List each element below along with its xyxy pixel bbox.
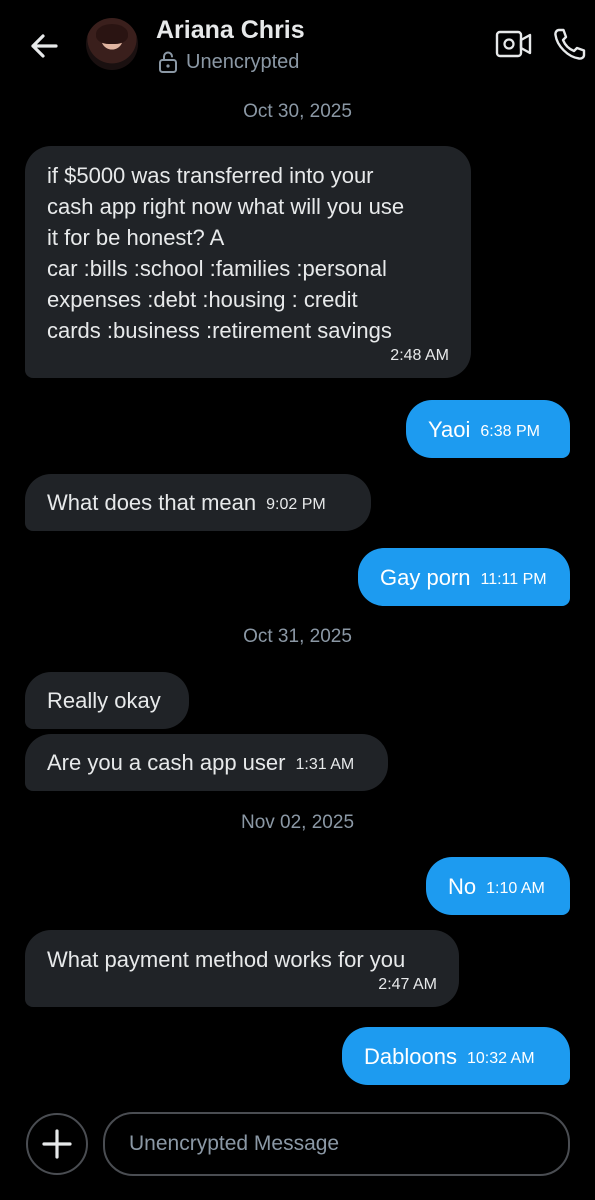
message-text: No <box>448 873 477 899</box>
incoming-message[interactable]: What payment method works for you 2:47 A… <box>25 930 459 1007</box>
message-text: Are you a cash app user <box>47 750 286 775</box>
date-separator: Nov 02, 2025 <box>240 812 355 833</box>
message-text-line: cash app right now what will you use <box>47 194 405 219</box>
message-timestamp: 9:02 PM <box>266 496 326 513</box>
message-timestamp: 2:47 AM <box>378 976 437 993</box>
incoming-message[interactable]: Really okay <box>25 672 189 729</box>
message-text-line: cards :business :retirement savings <box>47 318 392 343</box>
message-timestamp: 1:10 AM <box>486 879 545 897</box>
message-input[interactable] <box>103 1112 570 1176</box>
video-camera-icon <box>495 30 532 58</box>
incoming-message[interactable]: if $5000 was transferred into your cash … <box>25 146 471 378</box>
unlocked-padlock-icon <box>157 50 179 74</box>
outgoing-message[interactable]: Yaoi 6:38 PM <box>406 400 570 458</box>
message-timestamp: 6:38 PM <box>480 422 540 440</box>
add-attachment-button[interactable] <box>26 1113 88 1175</box>
message-text: What does that mean <box>47 490 257 515</box>
message-timestamp: 1:31 AM <box>295 756 355 773</box>
outgoing-message[interactable]: Gay porn 11:11 PM <box>358 548 570 606</box>
message-text-line: car :bills :school :families :personal <box>47 256 387 281</box>
message-text-line: if $5000 was transferred into your <box>47 163 374 188</box>
plus-icon <box>42 1129 72 1159</box>
chat-header: Ariana Chris Unencrypted <box>0 0 595 90</box>
message-timestamp: 10:32 AM <box>466 1049 535 1067</box>
message-timestamp: 11:11 PM <box>480 570 547 588</box>
date-separator: Oct 30, 2025 <box>243 101 352 122</box>
voice-call-button[interactable] <box>550 24 590 64</box>
back-button[interactable] <box>24 26 64 66</box>
message-text-line: expenses :debt :housing : credit <box>47 287 358 312</box>
outgoing-message[interactable]: Dabloons 10:32 AM <box>342 1027 570 1085</box>
message-text-line: it for be honest? A <box>47 225 225 250</box>
arrow-left-icon <box>31 34 58 58</box>
incoming-message[interactable]: What does that mean 9:02 PM <box>25 474 371 531</box>
message-text: Gay porn <box>380 564 471 590</box>
phone-icon <box>554 28 586 60</box>
date-separator: Oct 31, 2025 <box>243 626 352 647</box>
video-call-button[interactable] <box>494 26 534 62</box>
encryption-status: Unencrypted <box>186 51 300 73</box>
message-text: Yaoi <box>428 416 471 442</box>
composer-bar <box>0 1100 595 1200</box>
contact-name[interactable]: Ariana Chris <box>156 16 305 45</box>
message-timestamp: 2:48 AM <box>390 347 449 364</box>
message-text: Dabloons <box>364 1043 457 1069</box>
message-text: What payment method works for you <box>47 947 406 972</box>
avatar[interactable] <box>86 18 138 70</box>
incoming-message[interactable]: Are you a cash app user 1:31 AM <box>25 734 388 791</box>
outgoing-message[interactable]: No 1:10 AM <box>426 857 570 915</box>
message-text: Really okay <box>47 688 161 713</box>
